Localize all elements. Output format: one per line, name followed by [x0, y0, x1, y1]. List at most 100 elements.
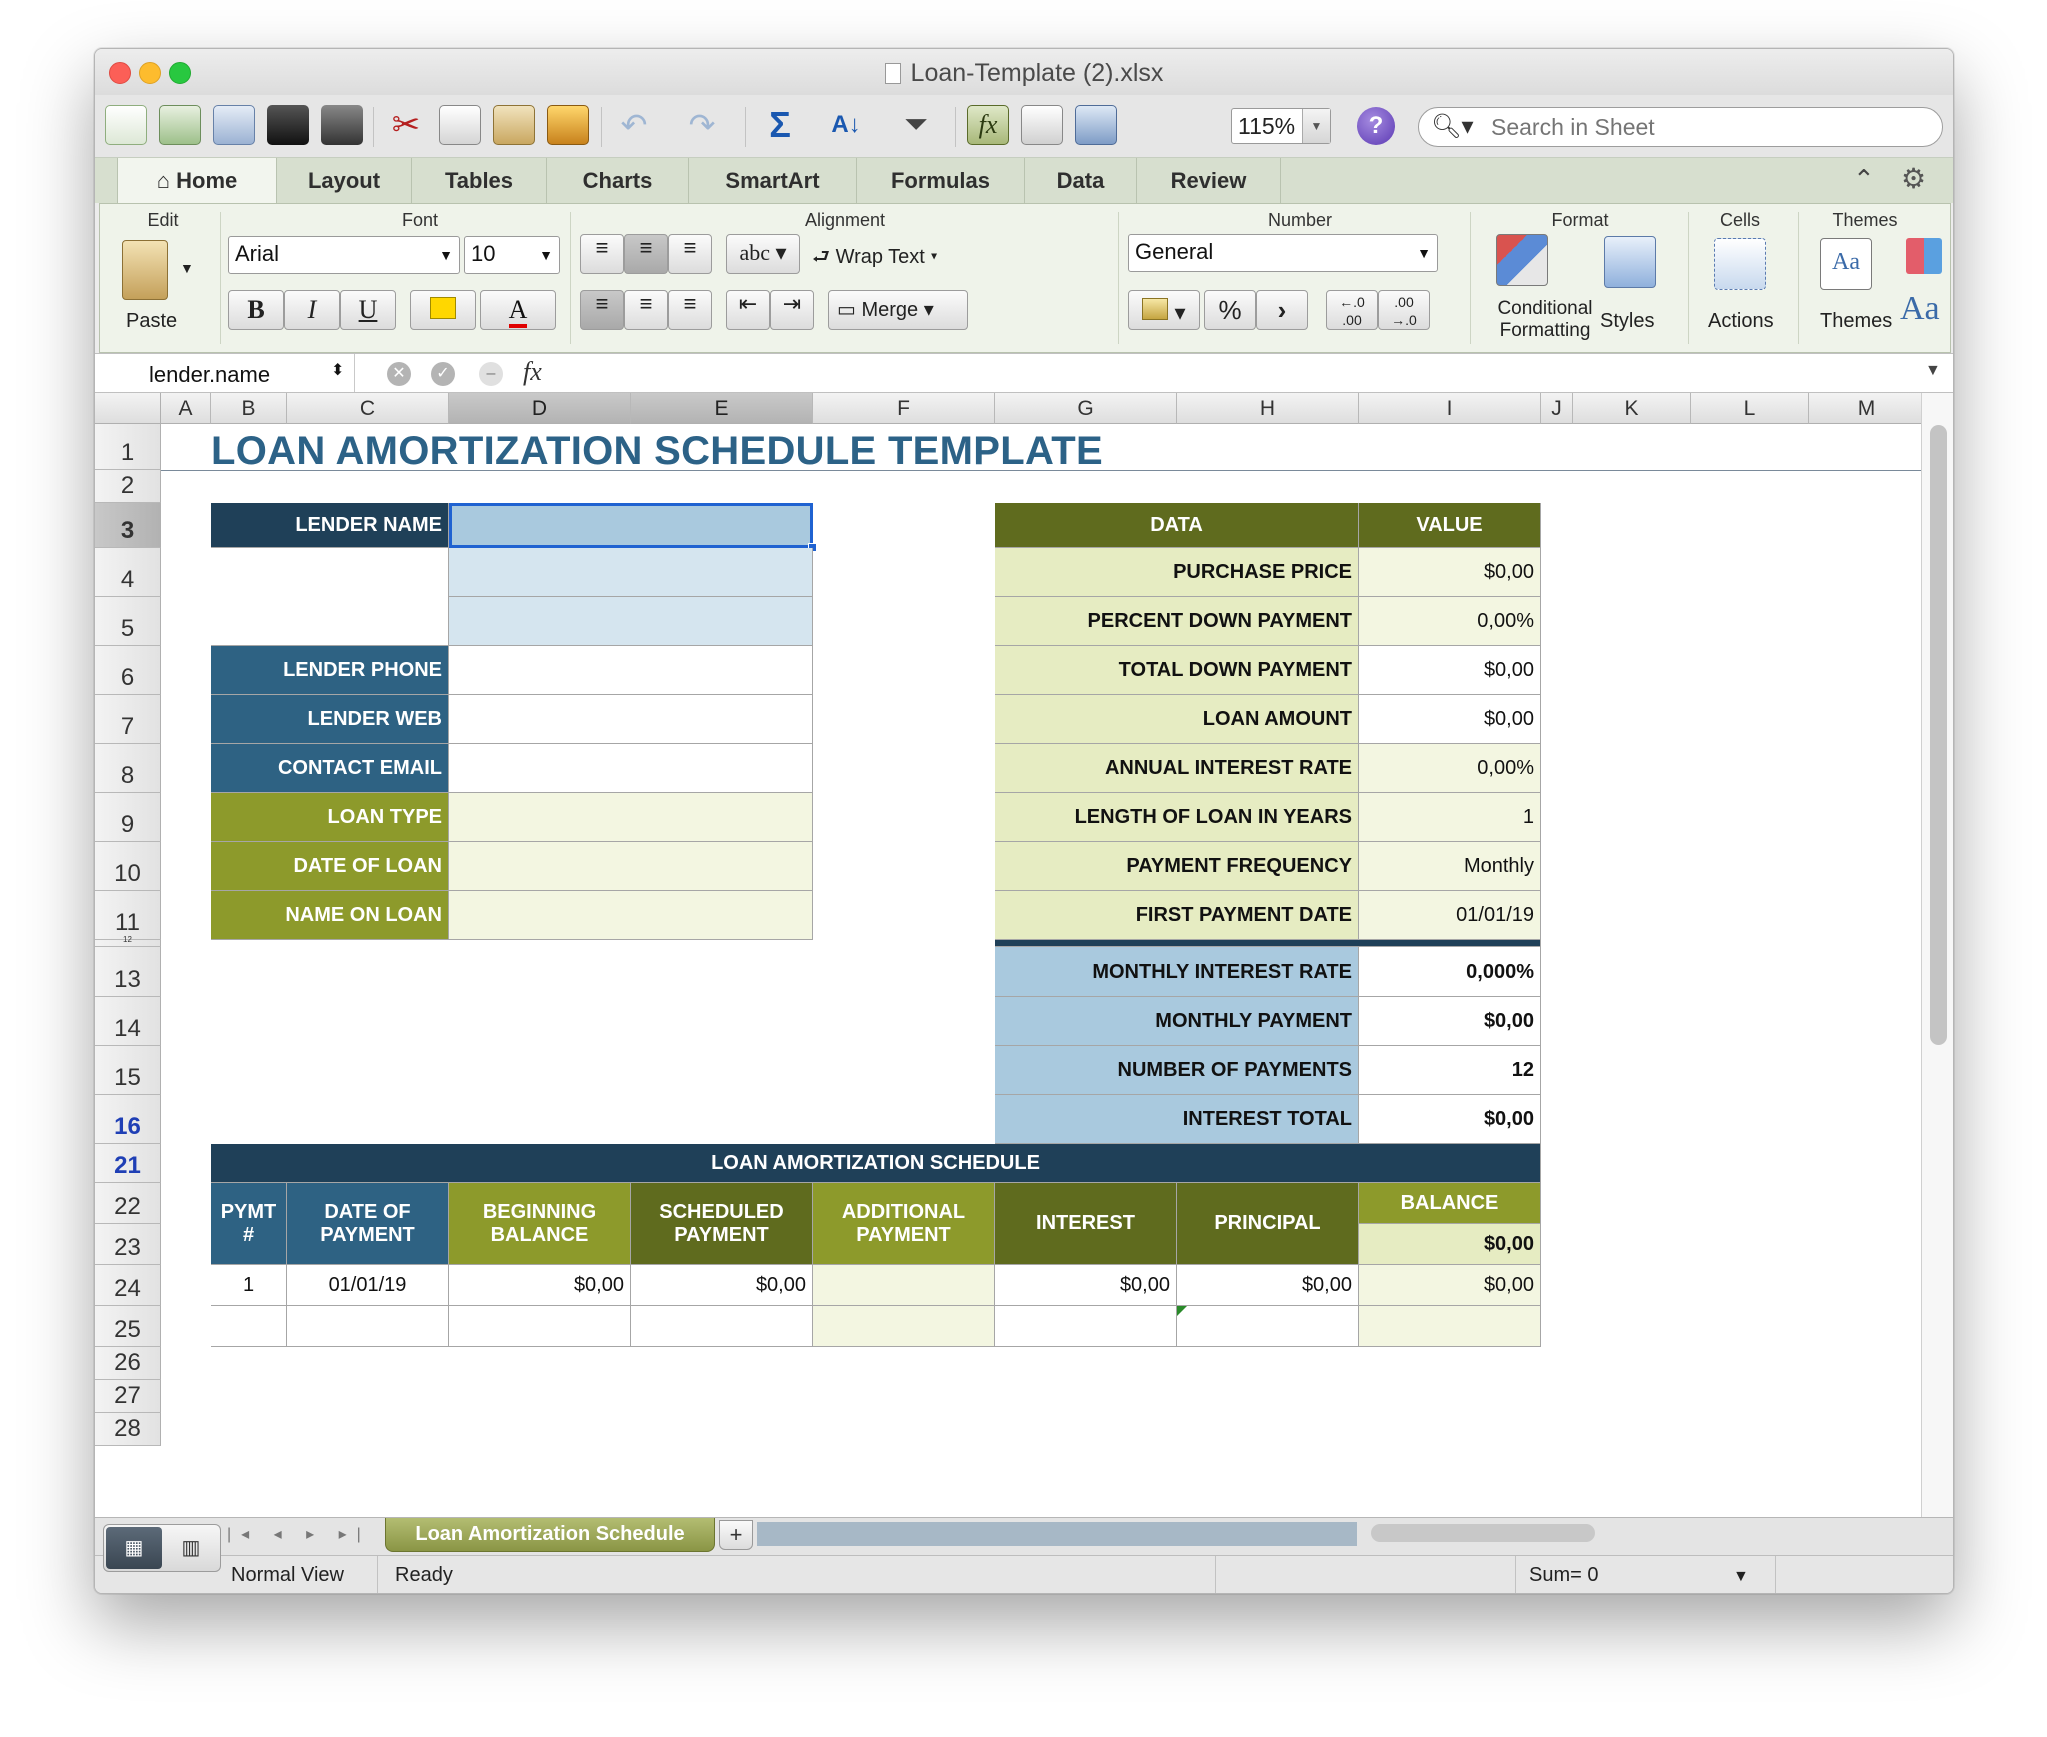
row-header-10[interactable]: 10 — [95, 842, 161, 891]
row-header-8[interactable]: 8 — [95, 744, 161, 793]
new-from-template-icon[interactable] — [159, 105, 201, 145]
number-format-select[interactable]: General▼ — [1128, 234, 1438, 272]
normal-view-icon[interactable]: ▦ — [106, 1527, 162, 1569]
percent-format-button[interactable]: % — [1204, 290, 1256, 330]
lender-phone-input[interactable] — [449, 646, 813, 695]
chevron-down-icon[interactable]: ▼ — [1733, 1568, 1749, 1586]
header-balance[interactable]: BALANCE — [1359, 1183, 1541, 1224]
align-center-button[interactable]: ≡ — [624, 290, 668, 330]
empty-schedule-cell[interactable] — [995, 1306, 1177, 1347]
calc-label-2[interactable]: NUMBER OF PAYMENTS — [995, 1046, 1359, 1095]
tab-review[interactable]: Review — [1137, 158, 1281, 204]
data-value-2[interactable]: $0,00 — [1359, 646, 1541, 695]
data-label-0[interactable]: PURCHASE PRICE — [995, 548, 1359, 597]
name-on-loan-label[interactable]: NAME ON LOAN — [211, 891, 449, 940]
sheet-tab-loan-amortization-schedule[interactable]: Loan Amortization Schedule — [385, 1518, 715, 1552]
row-balance[interactable]: $0,00 — [1359, 1265, 1541, 1306]
row-header-26[interactable]: 26 — [95, 1347, 161, 1380]
data-header[interactable]: DATA — [995, 503, 1359, 548]
calc-value-2[interactable]: 12 — [1359, 1046, 1541, 1095]
merge-button[interactable]: ▭ Merge ▾ — [828, 290, 968, 330]
value-header[interactable]: VALUE — [1359, 503, 1541, 548]
help-icon[interactable]: ? — [1357, 107, 1395, 145]
themes-icon[interactable]: Aa — [1820, 238, 1872, 290]
data-value-1[interactable]: 0,00% — [1359, 597, 1541, 646]
column-header-j[interactable]: J — [1541, 393, 1573, 424]
column-header-l[interactable]: L — [1691, 393, 1809, 424]
row-header-16[interactable]: 16 — [95, 1095, 161, 1144]
column-header-b[interactable]: B — [211, 393, 287, 424]
align-right-button[interactable]: ≡ — [668, 290, 712, 330]
comma-style-button[interactable]: › — [1256, 290, 1308, 330]
status-sum-label[interactable]: Sum= 0 — [1529, 1564, 1598, 1587]
collapse-ribbon-icon[interactable]: ⌃ — [1853, 164, 1875, 195]
row-principal[interactable]: $0,00 — [1177, 1265, 1359, 1306]
redo-icon[interactable]: ↷ — [681, 105, 723, 145]
row-header-13[interactable]: 13 — [95, 947, 161, 997]
contact-email-label[interactable]: CONTACT EMAIL — [211, 744, 449, 793]
calc-label-0[interactable]: MONTHLY INTEREST RATE — [995, 947, 1359, 997]
fill-color-button[interactable] — [410, 290, 476, 330]
tab-smartart[interactable]: SmartArt — [689, 158, 857, 204]
increase-decimal-button[interactable]: ←.0.00 — [1326, 290, 1378, 330]
styles-button[interactable]: Styles — [1600, 310, 1654, 333]
formula-builder-icon[interactable]: fx — [967, 105, 1009, 145]
add-sheet-button[interactable]: + — [719, 1520, 753, 1550]
data-label-3[interactable]: LOAN AMOUNT — [995, 695, 1359, 744]
empty-schedule-cell[interactable] — [631, 1306, 813, 1347]
align-middle-button[interactable]: ≡ — [624, 234, 668, 274]
print-icon[interactable] — [321, 105, 363, 145]
font-color-button[interactable]: A — [480, 290, 556, 330]
data-label-5[interactable]: LENGTH OF LOAN IN YEARS — [995, 793, 1359, 842]
wrap-text-button[interactable]: ⮐ Wrap Text ▾ — [812, 242, 938, 276]
conditional-formatting-button[interactable]: ConditionalFormatting — [1490, 298, 1600, 342]
header-date-of-payment[interactable]: DATE OFPAYMENT — [287, 1183, 449, 1265]
currency-format-button[interactable]: ▾ — [1128, 290, 1200, 330]
column-header-d[interactable]: D — [449, 393, 631, 424]
row-header-3[interactable]: 3 — [95, 503, 161, 548]
data-value-4[interactable]: 0,00% — [1359, 744, 1541, 793]
empty-schedule-cell[interactable] — [211, 1306, 287, 1347]
data-value-7[interactable]: 01/01/19 — [1359, 891, 1541, 940]
row-pymt[interactable]: 1 — [211, 1265, 287, 1306]
row-header-21[interactable]: 21 — [95, 1144, 161, 1183]
data-label-1[interactable]: PERCENT DOWN PAYMENT — [995, 597, 1359, 646]
open-icon[interactable] — [213, 105, 255, 145]
tab-formulas[interactable]: Formulas — [857, 158, 1025, 204]
row-begin-balance[interactable]: $0,00 — [449, 1265, 631, 1306]
tab-data[interactable]: Data — [1025, 158, 1137, 204]
cut-icon[interactable]: ✂ — [385, 105, 427, 145]
calc-value-1[interactable]: $0,00 — [1359, 997, 1541, 1046]
align-left-button[interactable]: ≡ — [580, 290, 624, 330]
data-value-3[interactable]: $0,00 — [1359, 695, 1541, 744]
date-of-loan-label[interactable]: DATE OF LOAN — [211, 842, 449, 891]
calc-value-3[interactable]: $0,00 — [1359, 1095, 1541, 1144]
row-scheduled-payment[interactable]: $0,00 — [631, 1265, 813, 1306]
column-header-c[interactable]: C — [287, 393, 449, 424]
search-sheet-box[interactable]: 🔍︎▾ — [1418, 107, 1943, 147]
row-header-22[interactable]: 22 — [95, 1183, 161, 1224]
tab-charts[interactable]: Charts — [547, 158, 689, 204]
copy-icon[interactable] — [439, 105, 481, 145]
vertical-scrollbar[interactable] — [1921, 393, 1954, 1517]
loan-type-input[interactable] — [449, 793, 813, 842]
column-header-h[interactable]: H — [1177, 393, 1359, 424]
search-input[interactable] — [1489, 111, 1929, 143]
column-header-i[interactable]: I — [1359, 393, 1541, 424]
row-header-2[interactable]: 2 — [95, 470, 161, 503]
calc-label-3[interactable]: INTEREST TOTAL — [995, 1095, 1359, 1144]
data-value-5[interactable]: 1 — [1359, 793, 1541, 842]
undo-icon[interactable]: ↶ — [613, 105, 655, 145]
theme-fonts-button[interactable]: Aa — [1900, 290, 1940, 328]
filter-icon[interactable]: ⏷ — [895, 105, 937, 145]
row-date[interactable]: 01/01/19 — [287, 1265, 449, 1306]
column-header-f[interactable]: F — [813, 393, 995, 424]
cells-actions-icon[interactable] — [1714, 238, 1766, 290]
cancel-entry-icon[interactable]: ✕ — [387, 362, 411, 386]
data-label-6[interactable]: PAYMENT FREQUENCY — [995, 842, 1359, 891]
lender-address-line-1[interactable] — [449, 548, 813, 597]
horizontal-scroll-thumb[interactable] — [1371, 1524, 1595, 1542]
row-header-24[interactable]: 24 — [95, 1265, 161, 1306]
gear-icon[interactable]: ⚙ — [1901, 162, 1926, 195]
tab-layout[interactable]: Layout — [277, 158, 412, 204]
